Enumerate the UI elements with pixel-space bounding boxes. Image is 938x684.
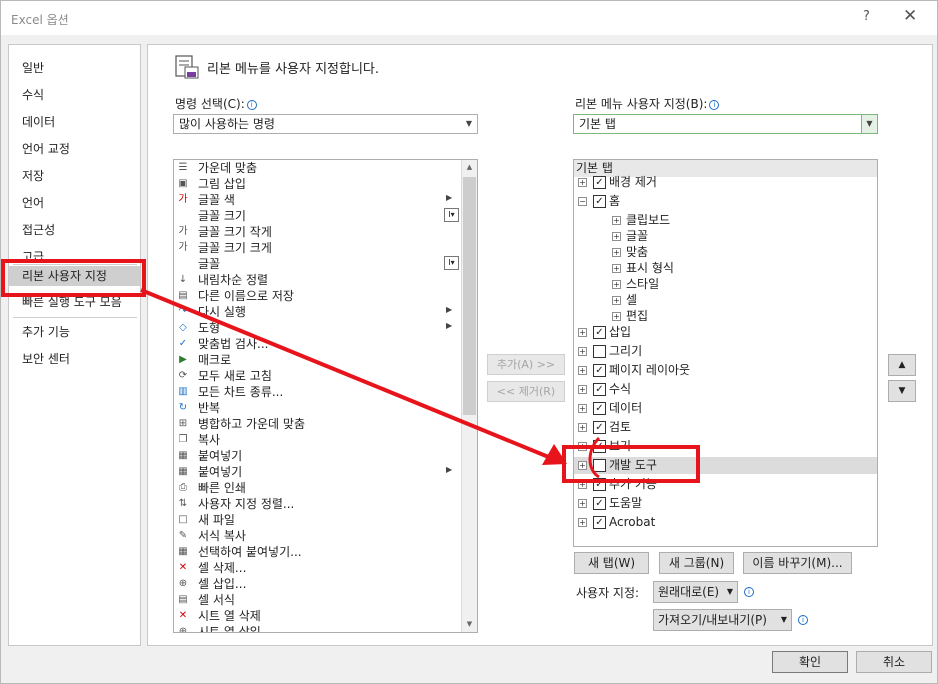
annotation-arrow bbox=[140, 288, 601, 479]
excel-options-dialog: Excel 옵션 ? ✕ 일반 수식 데이터 언어 교정 저장 언어 접근성 고… bbox=[0, 0, 938, 684]
